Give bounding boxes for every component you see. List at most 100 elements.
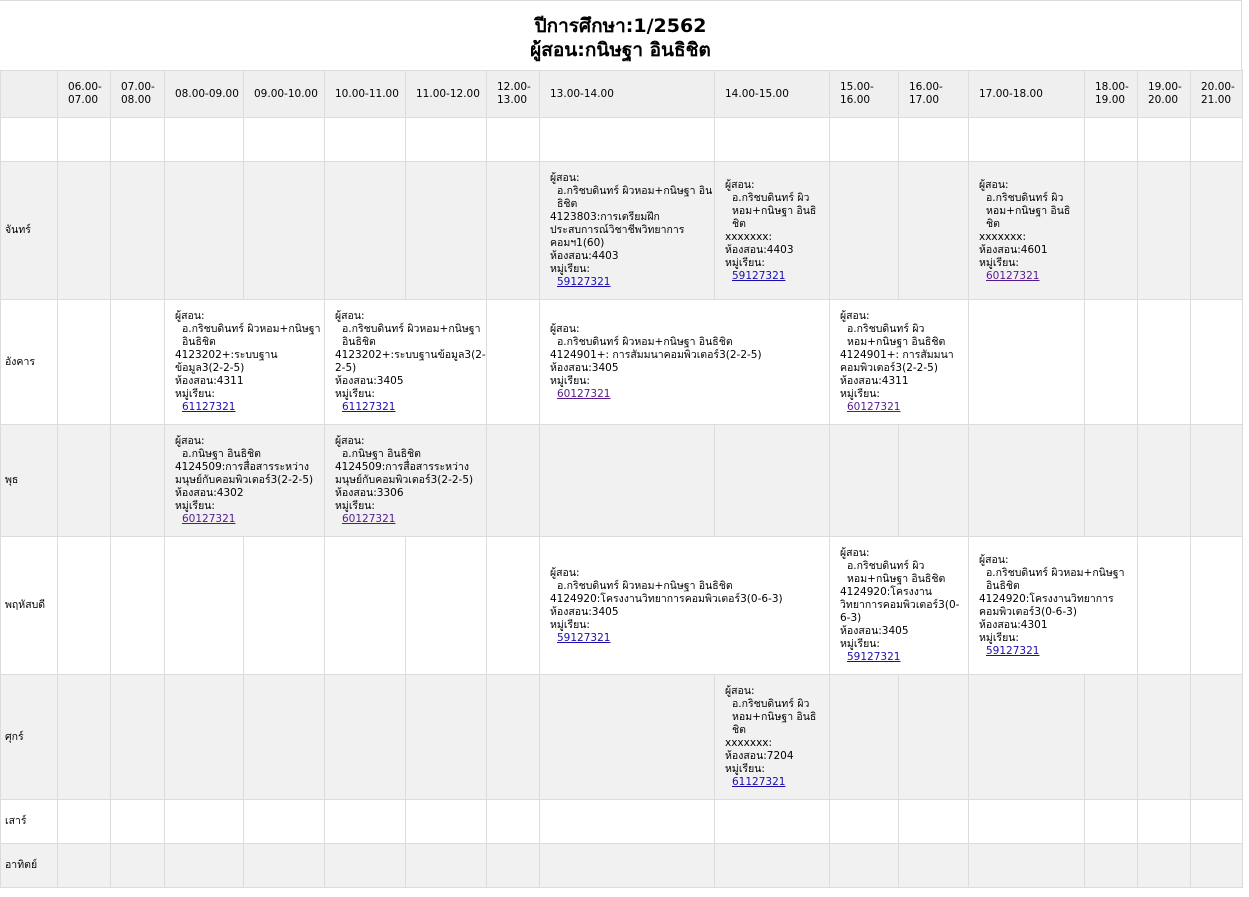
- class-course: 4124901+: การสัมมนาคอมพิวเตอร์3(2-2-5): [550, 349, 762, 361]
- class-teachers: อ.กนิษฐา อินธิชิต: [182, 448, 261, 460]
- class-course: xxxxxxx:: [979, 230, 1027, 243]
- academic-year-title: ปีการศึกษา:1/2562: [534, 15, 707, 37]
- class-course: xxxxxxx:: [725, 737, 773, 749]
- corner-cell: [0, 70, 58, 118]
- day-label: พฤหัสบดี: [0, 536, 58, 675]
- class-cell: ผู้สอน: อ.กริชบดินทร์ ผิวหอม+กนิษฐา อินธ…: [714, 161, 830, 300]
- class-cell: ผู้สอน: อ.กนิษฐา อินธิชิต 4124509:การสื่…: [164, 424, 325, 537]
- class-course: 4124920:โครงงานวิทยาการคอมพิวเตอร์3(0-6-…: [840, 586, 960, 624]
- group-link[interactable]: 60127321: [557, 388, 610, 400]
- class-teachers: อ.กริชบดินทร์ ผิวหอม+กนิษฐา อินธิชิต: [342, 323, 481, 348]
- spacer-row: [0, 117, 1243, 162]
- class-cell: ผู้สอน: อ.กริชบดินทร์ ผิวหอม+กนิษฐา อินธ…: [539, 299, 830, 425]
- group-link[interactable]: 59127321: [986, 645, 1039, 657]
- class-cell: ผู้สอน: อ.กริชบดินทร์ ผิวหอม+กนิษฐา อินธ…: [539, 536, 830, 675]
- class-teachers: อ.กริชบดินทร์ ผิวหอม+กนิษฐา อินธิชิต: [732, 698, 817, 736]
- class-cell: ผู้สอน: อ.กริชบดินทร์ ผิวหอม+กนิษฐา อินธ…: [968, 161, 1085, 300]
- class-room: 4301: [1020, 618, 1048, 631]
- group-link[interactable]: 61127321: [182, 401, 235, 413]
- time-slot-header: 15.00-16.00: [829, 70, 899, 118]
- class-course: 4123202+:ระบบฐานข้อมูล3(2-2-5): [175, 349, 278, 374]
- class-cell: ผู้สอน: อ.กริชบดินทร์ ผิวหอม+กนิษฐา อินธ…: [829, 536, 969, 675]
- class-course: 4124920:โครงงานวิทยาการคอมพิวเตอร์3(0-6-…: [979, 592, 1114, 618]
- class-room: 4302: [216, 487, 244, 499]
- class-teachers: อ.กริชบดินทร์ ผิวหอม+กนิษฐา อินธิชิต: [986, 191, 1071, 230]
- day-row-thursday: พฤหัสบดี ผู้สอน: อ.กริชบดินทร์ ผิวหอม+กน…: [0, 536, 1243, 675]
- teacher-title: ผู้สอน:กนิษฐา อินธิชิต: [530, 39, 711, 61]
- class-room: 7204: [766, 750, 794, 762]
- time-slot-header: 10.00-11.00: [324, 70, 406, 118]
- class-room: 4403: [766, 243, 794, 256]
- time-slot-header: 07.00-08.00: [110, 70, 165, 118]
- class-teachers: อ.กนิษฐา อินธิชิต: [342, 448, 421, 460]
- class-room: 4403: [591, 250, 619, 262]
- time-slot-header: 13.00-14.00: [539, 70, 715, 118]
- class-room: 3405: [591, 605, 619, 618]
- class-teachers: อ.กริชบดินทร์ ผิวหอม+กนิษฐา อินธิชิต: [182, 323, 321, 348]
- class-room: 3405: [376, 375, 404, 387]
- time-slot-header: 09.00-10.00: [243, 70, 325, 118]
- class-room: 3405: [881, 625, 909, 637]
- page-header: ปีการศึกษา:1/2562 ผู้สอน:กนิษฐา อินธิชิต: [0, 0, 1242, 70]
- day-row-monday: จันทร์ ผู้สอน: อ.กริชบดินทร์ ผิวหอม+กนิษ…: [0, 161, 1243, 300]
- time-slot-header: 17.00-18.00: [968, 70, 1085, 118]
- day-row-saturday: เสาร์: [0, 799, 1243, 844]
- class-teachers: อ.กริชบดินทร์ ผิวหอม+กนิษฐา อินธิชิต: [557, 336, 733, 348]
- class-cell: ผู้สอน: อ.กริชบดินทร์ ผิวหอม+กนิษฐา อินธ…: [829, 299, 969, 425]
- day-row-friday: ศุกร์ ผู้สอน: อ.กริชบดินทร์ ผิวหอม+กนิษฐ…: [0, 674, 1243, 800]
- time-slot-header: 19.00-20.00: [1137, 70, 1191, 118]
- group-link[interactable]: 61127321: [732, 776, 785, 788]
- class-room: 3306: [376, 487, 404, 499]
- group-link[interactable]: 60127321: [182, 513, 235, 525]
- class-cell: ผู้สอน: อ.กริชบดินทร์ ผิวหอม+กนิษฐา อินธ…: [968, 536, 1138, 675]
- class-teachers: อ.กริชบดินทร์ ผิวหอม+กนิษฐา อินธิชิต: [732, 191, 817, 230]
- group-link[interactable]: 60127321: [342, 513, 395, 525]
- day-label: เสาร์: [0, 799, 58, 844]
- day-label: อังคาร: [0, 299, 58, 425]
- class-cell: ผู้สอน: อ.กนิษฐา อินธิชิต 4124509:การสื่…: [324, 424, 487, 537]
- class-course: 4123803:การเตรียมฝึกประสบการณ์วิชาชีพวิท…: [550, 211, 685, 249]
- day-label: พุธ: [0, 424, 58, 537]
- day-row-wednesday: พุธ ผู้สอน: อ.กนิษฐา อินธิชิต 4124509:กา…: [0, 424, 1243, 537]
- group-link[interactable]: 60127321: [847, 401, 900, 413]
- class-cell: ผู้สอน: อ.กริชบดินทร์ ผิวหอม+กนิษฐา อินธ…: [714, 674, 830, 800]
- class-room: 4601: [1020, 243, 1048, 256]
- class-teachers: อ.กริชบดินทร์ ผิวหอม+กนิษฐา อินธิชิต: [557, 185, 713, 210]
- class-course: xxxxxxx:: [725, 230, 773, 243]
- class-room: 4311: [216, 375, 244, 387]
- class-course: 4124920:โครงงานวิทยาการคอมพิวเตอร์3(0-6-…: [550, 592, 783, 605]
- group-link[interactable]: 60127321: [986, 270, 1039, 282]
- day-label: จันทร์: [0, 161, 58, 300]
- class-teachers: อ.กริชบดินทร์ ผิวหอม+กนิษฐา อินธิชิต: [557, 579, 733, 592]
- group-link[interactable]: 59127321: [732, 270, 785, 282]
- time-slot-header: 11.00-12.00: [405, 70, 487, 118]
- class-course: 4124509:การสื่อสารระหว่างมนุษย์กับคอมพิว…: [335, 461, 474, 486]
- day-label: ศุกร์: [0, 674, 58, 800]
- class-teachers: อ.กริชบดินทร์ ผิวหอม+กนิษฐา อินธิชิต: [847, 323, 946, 348]
- group-link[interactable]: 59127321: [557, 276, 610, 288]
- group-link[interactable]: 59127321: [557, 632, 610, 644]
- time-slot-header: 16.00-17.00: [898, 70, 969, 118]
- class-teachers: อ.กริชบดินทร์ ผิวหอม+กนิษฐา อินธิชิต: [847, 560, 946, 585]
- class-room: 3405: [591, 362, 619, 374]
- group-link[interactable]: 61127321: [342, 401, 395, 413]
- class-course: 4123202+:ระบบฐานข้อมูล3(2-2-5): [335, 349, 486, 374]
- class-cell: ผู้สอน: อ.กริชบดินทร์ ผิวหอม+กนิษฐา อินธ…: [164, 299, 325, 425]
- time-slot-header: 06.00-07.00: [57, 70, 111, 118]
- time-slot-header: 20.00-21.00: [1190, 70, 1243, 118]
- time-slot-header: 18.00-19.00: [1084, 70, 1138, 118]
- class-room: 4311: [881, 375, 909, 387]
- day-row-sunday: อาทิตย์: [0, 843, 1243, 888]
- class-cell: ผู้สอน: อ.กริชบดินทร์ ผิวหอม+กนิษฐา อินธ…: [324, 299, 487, 425]
- class-cell: ผู้สอน: อ.กริชบดินทร์ ผิวหอม+กนิษฐา อินธ…: [539, 161, 715, 300]
- day-label: อาทิตย์: [0, 843, 58, 888]
- time-header-row: 06.00-07.00 07.00-08.00 08.00-09.00 09.0…: [0, 70, 1243, 118]
- time-slot-header: 14.00-15.00: [714, 70, 830, 118]
- timetable: 06.00-07.00 07.00-08.00 08.00-09.00 09.0…: [0, 70, 1243, 888]
- class-course: 4124509:การสื่อสารระหว่างมนุษย์กับคอมพิว…: [175, 461, 314, 486]
- time-slot-header: 12.00-13.00: [486, 70, 540, 118]
- class-course: 4124901+: การสัมมนาคอมพิวเตอร์3(2-2-5): [840, 349, 954, 374]
- day-row-tuesday: อังคาร ผู้สอน: อ.กริชบดินทร์ ผิวหอม+กนิษ…: [0, 299, 1243, 425]
- group-link[interactable]: 59127321: [847, 651, 900, 663]
- class-teachers: อ.กริชบดินทร์ ผิวหอม+กนิษฐา อินธิชิต: [986, 566, 1125, 592]
